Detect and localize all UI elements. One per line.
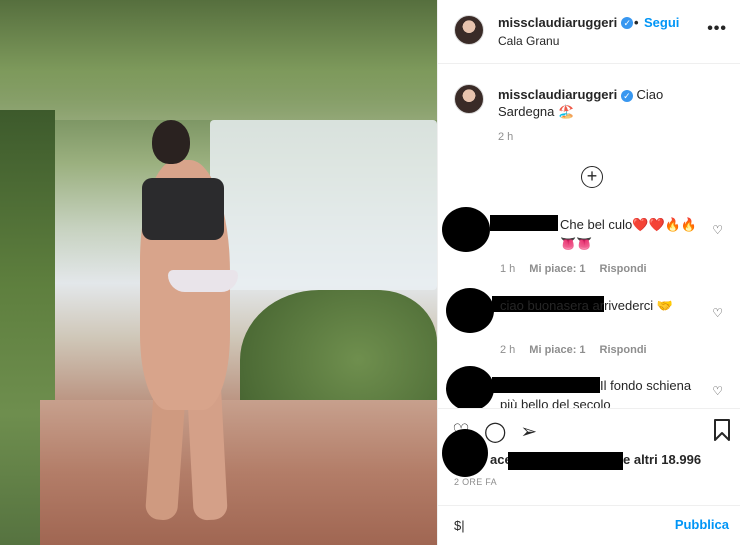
comment-meta: 1 h Mi piace: 1 Rispondi: [500, 263, 647, 275]
comment-body: ciao buonasera arrivederci 🤝: [500, 298, 673, 313]
heart-icon[interactable]: ♡: [712, 384, 723, 398]
comment-text: Che bel culo❤️❤️🔥🔥👅👅: [560, 217, 698, 251]
caption-timestamp: 2 h: [498, 131, 514, 143]
figure-bottom: [168, 270, 238, 292]
comment-composer: $| Pubblica: [438, 505, 740, 545]
post-side-panel: missclaudiaruggeri ✓ • Segui Cala Granu …: [437, 0, 740, 545]
post-timestamp: 2 ORE FA: [454, 477, 497, 487]
redacted-username: [490, 215, 558, 231]
heart-icon[interactable]: ♡: [712, 223, 723, 237]
comment-likes[interactable]: Mi piace: 1: [529, 344, 585, 356]
separator-dot: •: [634, 15, 639, 30]
verified-badge-icon: ✓: [621, 16, 634, 29]
person-figure: [130, 120, 250, 525]
load-more-comments-icon[interactable]: +: [581, 166, 603, 188]
heart-icon[interactable]: ♡: [712, 306, 723, 320]
comment-text: Il fondo schiena più bello del secolo: [500, 378, 692, 408]
list-item: Il fondo schiena più bello del secolo ♡: [438, 366, 740, 408]
header-username[interactable]: missclaudiaruggeri ✓: [498, 15, 634, 30]
caption-username[interactable]: missclaudiaruggeri: [498, 87, 617, 102]
publish-button[interactable]: Pubblica: [675, 517, 729, 532]
comment-text: ciao buonasera arrivederci 🤝: [500, 296, 705, 315]
reply-button[interactable]: Rispondi: [600, 263, 647, 275]
likes-count[interactable]: e altri 18.996: [623, 452, 701, 467]
list-item: Che bel culo❤️❤️🔥🔥👅👅 ♡ 1 h Mi piace: 1 R…: [438, 207, 740, 279]
post-photo[interactable]: [0, 0, 437, 545]
comment-input[interactable]: $|: [454, 518, 465, 533]
comment-time: 1 h: [500, 263, 516, 275]
list-item: ciao buonasera arrivederci 🤝 ♡ 2 h Mi pi…: [438, 288, 740, 358]
reply-button[interactable]: Rispondi: [600, 344, 647, 356]
share-paper-plane-icon[interactable]: ➢: [520, 421, 537, 443]
username-text[interactable]: missclaudiaruggeri: [498, 15, 617, 30]
bookmark-icon[interactable]: [713, 419, 731, 441]
comment-meta: 2 h Mi piace: 1 Rispondi: [500, 344, 647, 356]
post-actions: ♡ ◯ ➢ ace e altri 18.996 2 ORE FA $| Pub…: [438, 408, 740, 545]
redacted-avatar: [446, 366, 494, 408]
figure-top: [142, 178, 224, 240]
pergola-foliage: [0, 0, 437, 120]
location-link[interactable]: Cala Granu: [498, 34, 559, 48]
comment-time: 2 h: [500, 344, 516, 356]
figure-head: [152, 120, 190, 164]
verified-badge-icon: ✓: [620, 90, 633, 102]
redacted-avatar: [446, 288, 494, 333]
more-options-icon[interactable]: •••: [707, 20, 727, 38]
redacted-liker-name: [508, 452, 623, 470]
redacted-avatar: [442, 429, 488, 477]
redacted-avatar: [442, 207, 490, 252]
comment-likes[interactable]: Mi piace: 1: [529, 263, 585, 275]
caption-avatar[interactable]: [454, 84, 484, 114]
follow-button[interactable]: Segui: [644, 15, 679, 30]
comment-bubble-icon[interactable]: ◯: [484, 421, 506, 443]
avatar[interactable]: [454, 15, 484, 45]
post-header: missclaudiaruggeri ✓ • Segui Cala Granu …: [438, 0, 740, 64]
caption-text: missclaudiaruggeri ✓ Ciao Sardegna 🏖️: [498, 86, 718, 120]
